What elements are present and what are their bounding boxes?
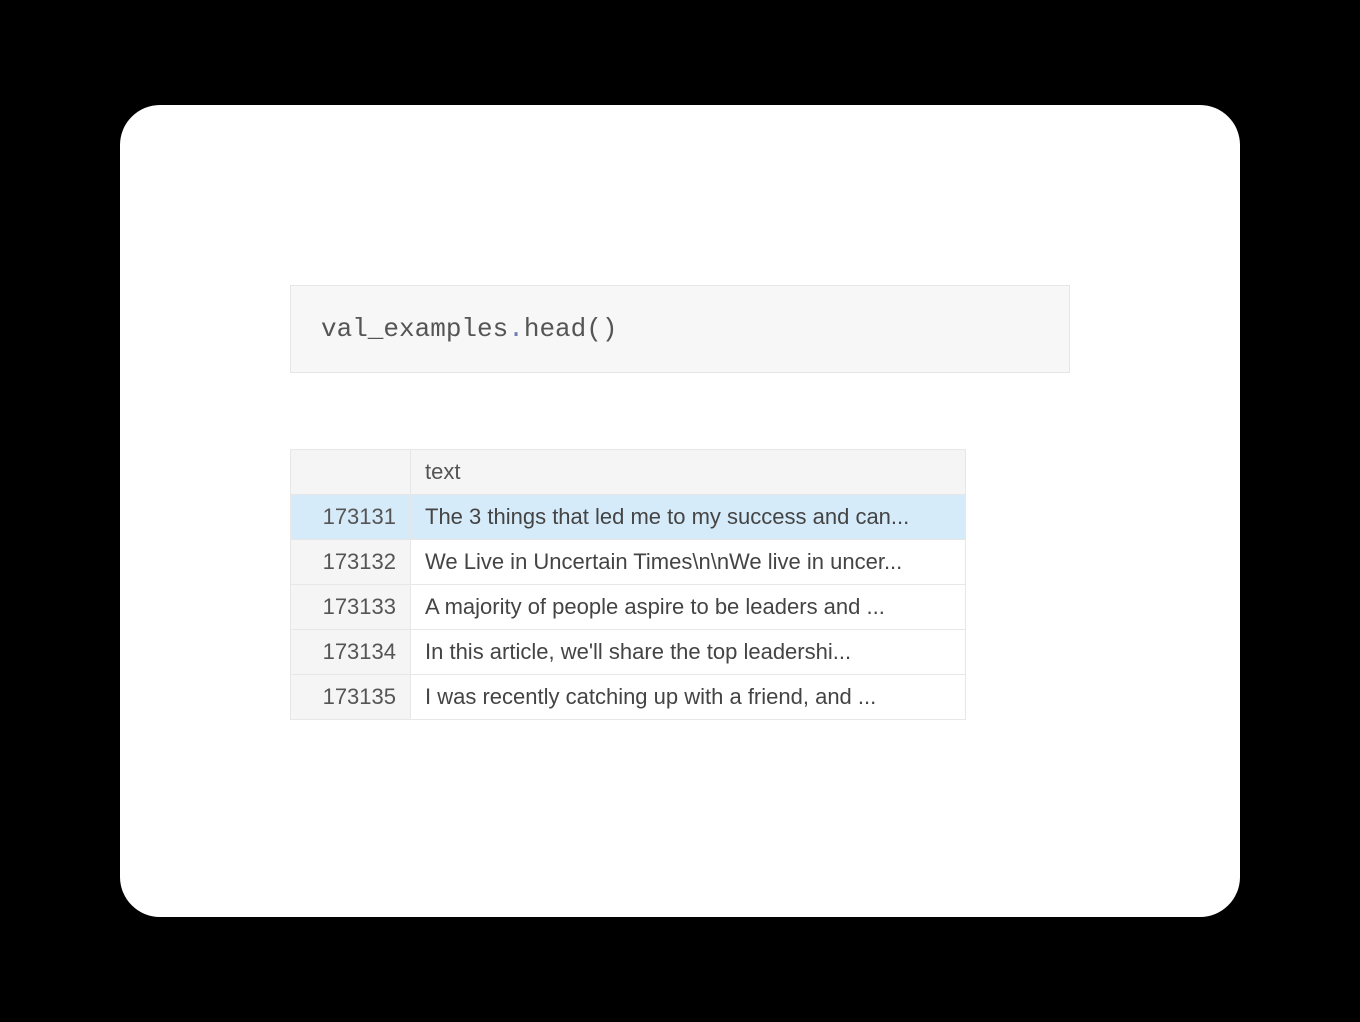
code-method: head() xyxy=(524,314,618,344)
row-text: The 3 things that led me to my success a… xyxy=(411,495,966,540)
code-dot: . xyxy=(508,314,524,344)
row-index: 173132 xyxy=(291,540,411,585)
table-header-row: text xyxy=(291,450,966,495)
row-index: 173133 xyxy=(291,585,411,630)
row-text: In this article, we'll share the top lea… xyxy=(411,630,966,675)
index-header xyxy=(291,450,411,495)
table-row[interactable]: 173132 We Live in Uncertain Times\n\nWe … xyxy=(291,540,966,585)
row-index: 173134 xyxy=(291,630,411,675)
row-text: We Live in Uncertain Times\n\nWe live in… xyxy=(411,540,966,585)
table-row[interactable]: 173131 The 3 things that led me to my su… xyxy=(291,495,966,540)
code-var: val_examples xyxy=(321,314,508,344)
column-header-text: text xyxy=(411,450,966,495)
code-cell[interactable]: val_examples.head() xyxy=(290,285,1070,373)
table-row[interactable]: 173133 A majority of people aspire to be… xyxy=(291,585,966,630)
row-text: I was recently catching up with a friend… xyxy=(411,675,966,720)
table-body: 173131 The 3 things that led me to my su… xyxy=(291,495,966,720)
row-index: 173131 xyxy=(291,495,411,540)
row-index: 173135 xyxy=(291,675,411,720)
dataframe-output: text 173131 The 3 things that led me to … xyxy=(290,449,966,720)
table-row[interactable]: 173135 I was recently catching up with a… xyxy=(291,675,966,720)
output-marker: ​ xyxy=(290,393,1070,409)
notebook-card: val_examples.head() ​ text 173131 The 3 … xyxy=(120,105,1240,917)
code-line: val_examples.head() xyxy=(321,314,617,344)
row-text: A majority of people aspire to be leader… xyxy=(411,585,966,630)
table-row[interactable]: 173134 In this article, we'll share the … xyxy=(291,630,966,675)
